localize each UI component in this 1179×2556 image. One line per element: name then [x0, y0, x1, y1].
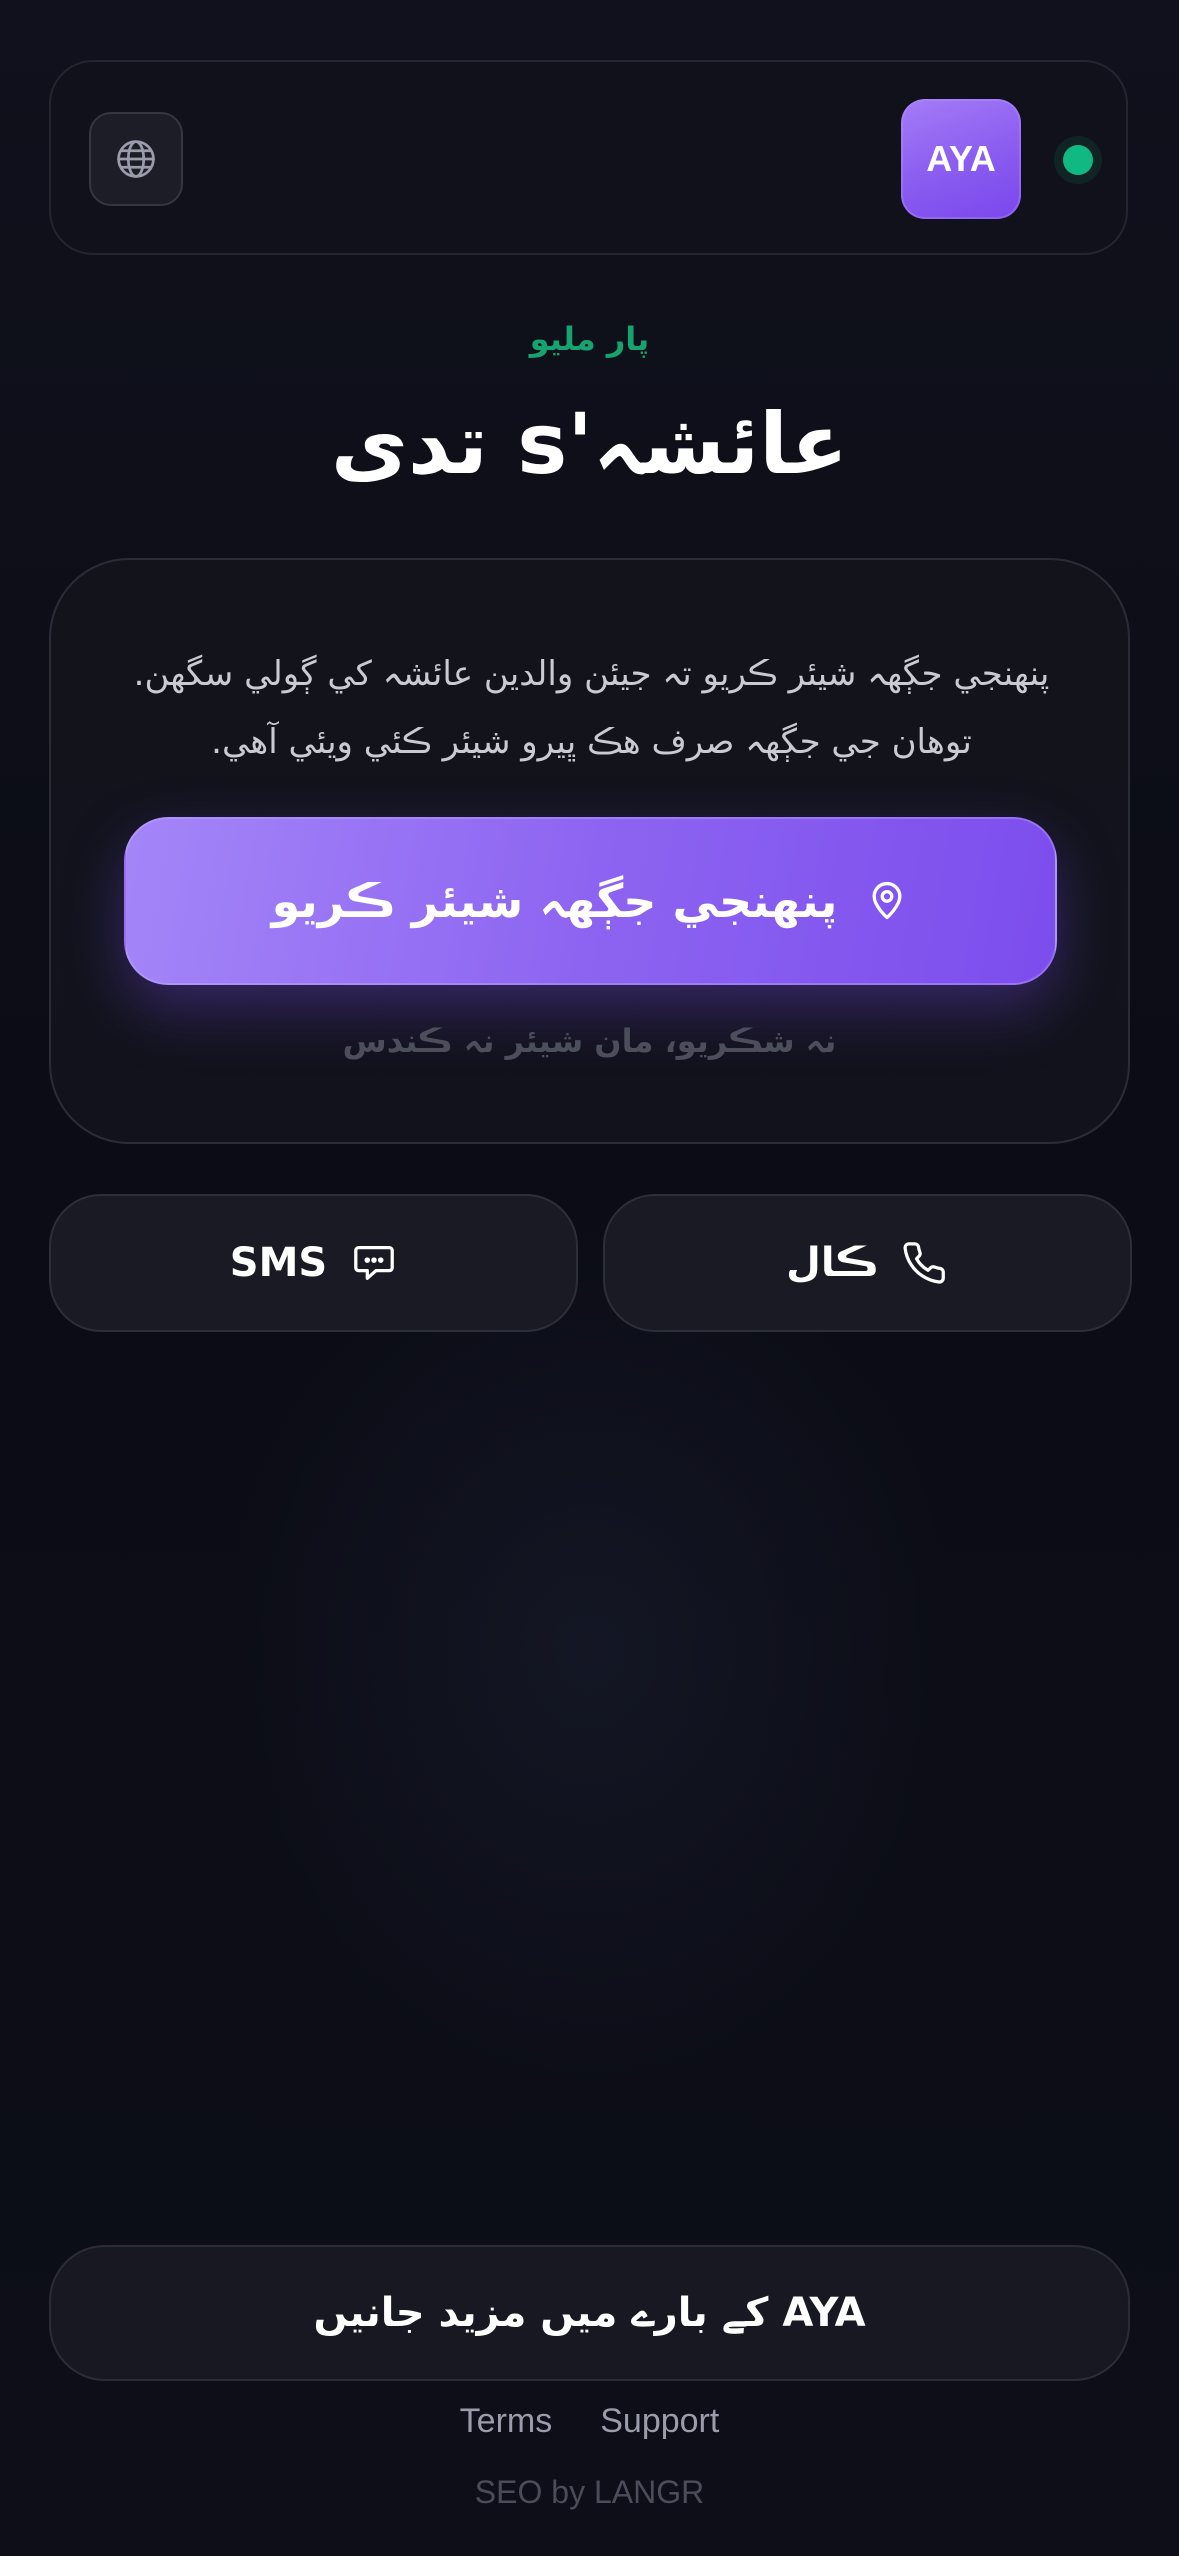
- call-button[interactable]: ڪال: [603, 1194, 1132, 1332]
- status-indicator: [1054, 136, 1102, 184]
- support-link[interactable]: Support: [600, 2402, 719, 2441]
- learn-more-label: AYA کے بارے میں مزید جانیں: [313, 2290, 866, 2336]
- aya-logo: AYA: [901, 99, 1021, 219]
- call-label: ڪال: [786, 1240, 879, 1286]
- language-button[interactable]: [89, 112, 183, 206]
- share-location-label: پنهنجي جڳهہ شيئر ڪريو: [271, 874, 838, 928]
- share-location-button[interactable]: پنهنجي جڳهہ شيئر ڪريو: [124, 817, 1057, 985]
- sms-button[interactable]: SMS: [49, 1194, 578, 1332]
- page: AYA پار مليو عائشہ's تدی پنهنجي جڳهہ شيئ…: [0, 0, 1179, 2556]
- decline-link[interactable]: نہ شڪريو، مان شيئر نہ ڪندس: [51, 1022, 1128, 1060]
- seo-credit[interactable]: SEO by LANGR: [0, 2474, 1179, 2511]
- logo-text: AYA: [926, 138, 996, 179]
- sms-label: SMS: [229, 1240, 328, 1286]
- map-pin-icon: [872, 881, 902, 920]
- footer-links: Terms Support: [0, 2402, 1179, 2441]
- message-icon: [354, 1246, 395, 1280]
- location-card: پنهنجي جڳهہ شيئر ڪريو تہ جيئن والدين عائ…: [49, 558, 1130, 1144]
- status-dot: [1063, 145, 1093, 175]
- globe-icon: [117, 140, 155, 178]
- terms-link[interactable]: Terms: [460, 2402, 553, 2441]
- page-title: عائشہ's تدی: [330, 395, 849, 493]
- hero-subtitle: پار مليو: [529, 320, 650, 358]
- learn-more-button[interactable]: AYA کے بارے میں مزید جانیں: [49, 2245, 1130, 2381]
- phone-icon: [903, 1242, 945, 1284]
- card-description: پنهنجي جڳهہ شيئر ڪريو تہ جيئن والدين عائ…: [133, 654, 1050, 762]
- top-bar: AYA: [49, 60, 1128, 255]
